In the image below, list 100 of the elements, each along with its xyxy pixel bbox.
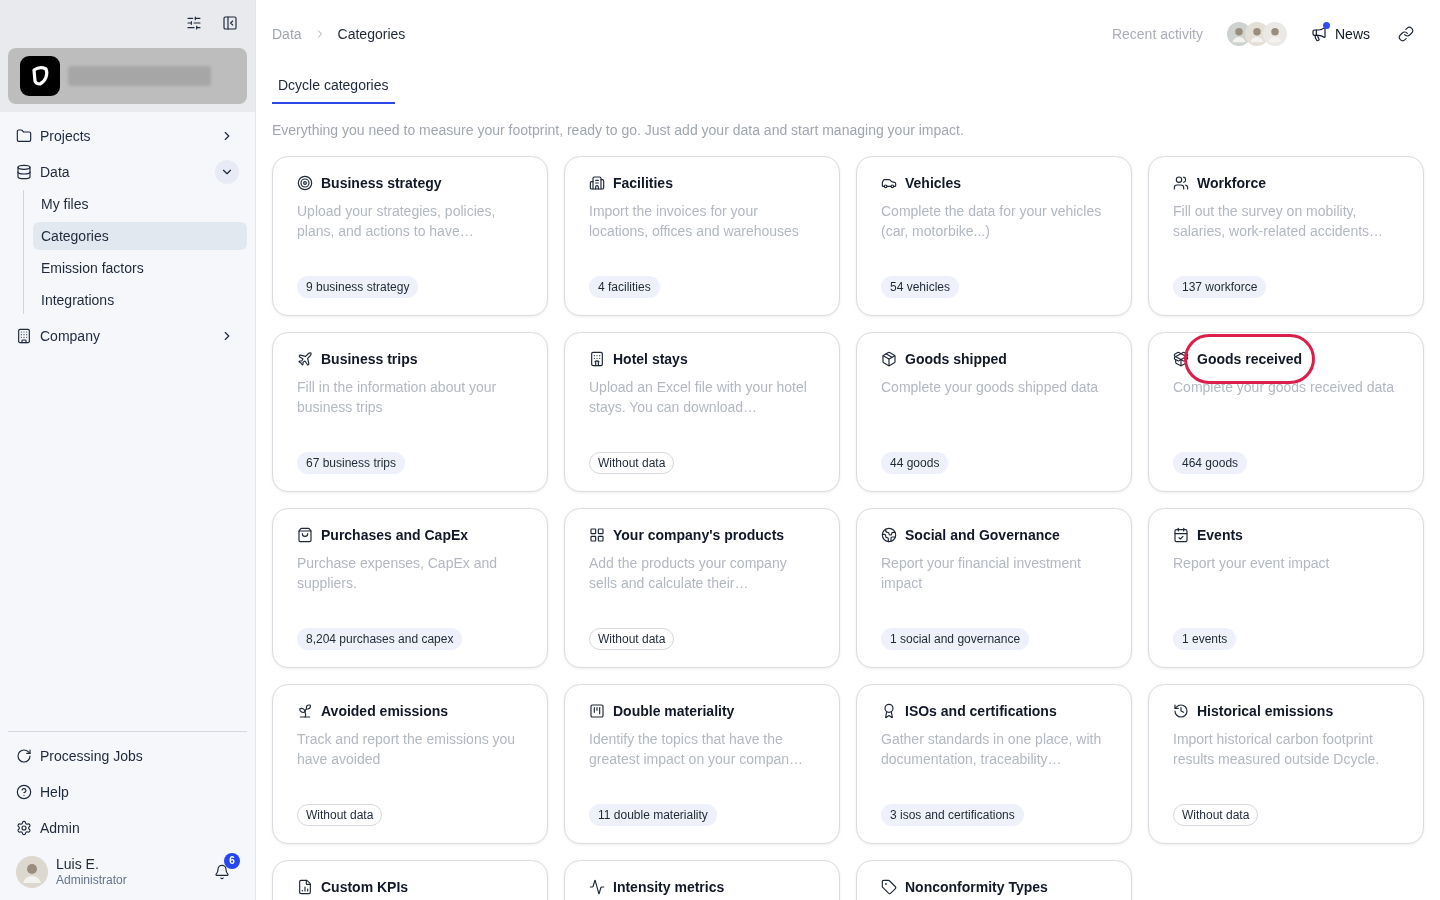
panel-collapse-icon (222, 15, 238, 31)
globe-icon (881, 527, 897, 543)
help-icon (16, 784, 32, 800)
card-title: Workforce (1197, 175, 1266, 191)
category-card[interactable]: Hotel stays Upload an Excel file with your hotel stays. You can download… Without data (564, 332, 840, 492)
category-card[interactable]: Workforce Fill out the survey on mobility, salaries, work-related accidents… 137 workforce (1148, 156, 1424, 316)
no-data-badge: Without data (297, 804, 383, 826)
grid-icon (589, 527, 605, 543)
no-data-badge: Without data (589, 628, 675, 650)
office-building-icon (589, 175, 605, 191)
category-card[interactable]: Custom KPIs (272, 860, 548, 900)
user-name: Luis E. (56, 856, 100, 872)
card-title: Goods shipped (905, 351, 1007, 367)
sidebar-nav-item[interactable]: Data (8, 154, 247, 190)
breadcrumb-current-page: Categories (337, 24, 406, 44)
settings-icon (16, 820, 32, 836)
category-card[interactable]: Nonconformity Types (856, 860, 1132, 900)
tag-icon (881, 879, 897, 895)
sidebar-nav-item[interactable]: Projects (8, 118, 247, 154)
sidebar-footer-item[interactable]: Admin (8, 810, 247, 846)
record-count-badge: 4 facilities (589, 276, 660, 298)
card-title: Business strategy (321, 175, 442, 191)
category-card[interactable]: Intensity metrics (564, 860, 840, 900)
person-silhouette-icon (16, 856, 48, 888)
card-description: Purchase expenses, CapEx and suppliers. (297, 554, 498, 593)
sidebar-subitem[interactable]: Integrations (33, 286, 247, 314)
notification-count-badge: 6 (224, 853, 240, 869)
sidebar-subitem[interactable]: My files (33, 190, 247, 218)
organization-switcher[interactable] (8, 48, 247, 104)
sidebar-subitem[interactable]: Emission factors (33, 254, 247, 282)
card-description: Import the invoices for your locations, offices and warehouses (589, 202, 800, 241)
record-count-badge: 3 isos and certifications (881, 804, 1024, 826)
category-card[interactable]: Double materiality Identify the topics that have the greatest impact on your compan… 11 double materiality (564, 684, 840, 844)
sidebar-subitem[interactable]: Categories (33, 222, 247, 250)
category-card[interactable]: Vehicles Complete the data for your vehicles (car, motorbike...) 54 vehicles (856, 156, 1132, 316)
card-title: Events (1197, 527, 1243, 543)
no-data-badge: Without data (1173, 804, 1259, 826)
user-role: Administrator (56, 872, 127, 888)
sidebar-nav-item[interactable]: Company (8, 318, 247, 354)
category-card[interactable]: Historical emissions Import historical carbon footprint results measured outside Dcycle. Without data (1148, 684, 1424, 844)
category-card[interactable]: Goods shipped Complete your goods shipped data 44 goods (856, 332, 1132, 492)
category-card[interactable]: Your company's products Add the products your company sells and calculate their… Without data (564, 508, 840, 668)
category-card[interactable]: Events Report your event impact 1 events (1148, 508, 1424, 668)
sidebar-footer-item[interactable]: Help (8, 774, 247, 810)
card-title: Nonconformity Types (905, 879, 1048, 895)
record-count-badge: 44 goods (881, 452, 949, 474)
category-card[interactable]: Facilities Import the invoices for your locations, offices and warehouses 4 facilities (564, 156, 840, 316)
megaphone-icon (1311, 26, 1327, 42)
record-count-badge: 8,204 purchases and capex (297, 628, 463, 650)
card-description: Fill in the information about your business trips (297, 378, 498, 417)
card-description: Fill out the survey on mobility, salaries, work-related accidents… (1173, 202, 1385, 241)
folder-icon (16, 128, 32, 144)
record-count-badge: 464 goods (1173, 452, 1248, 474)
card-title: Vehicles (905, 175, 962, 191)
building-icon (16, 328, 32, 344)
category-card[interactable]: Goods received Complete your goods received data 464 goods (1148, 332, 1424, 492)
card-description: Report your financial investment impact (881, 554, 1082, 593)
card-description: Identify the topics that have the greatest impact on your compan… (589, 730, 804, 769)
link-icon (1398, 26, 1414, 42)
card-title: Business trips (321, 351, 418, 367)
record-count-badge: 11 double materiality (589, 804, 717, 826)
hotel-building-icon (589, 351, 605, 367)
plane-icon (297, 351, 313, 367)
kanban-board-icon (589, 703, 605, 719)
pulse-line-icon (589, 879, 605, 895)
category-card[interactable]: Purchases and CapEx Purchase expenses, CapEx and suppliers. 8,204 purchases and capex (272, 508, 548, 668)
card-title: Hotel stays (613, 351, 688, 367)
category-card[interactable]: Business strategy Upload your strategies, policies, plans, and actions to have… 9 business strategy (272, 156, 548, 316)
calendar-check-icon (1173, 527, 1189, 543)
card-description: Gather standards in one place, with documentation, traceability… (881, 730, 1103, 769)
database-icon (16, 164, 32, 180)
sidebar-footer-item[interactable]: Processing Jobs (8, 738, 247, 774)
category-card[interactable]: Avoided emissions Track and report the emissions you have avoided Without data (272, 684, 548, 844)
category-card[interactable]: Social and Governance Report your financial investment impact 1 social and governance (856, 508, 1132, 668)
record-count-badge: 67 business trips (297, 452, 406, 474)
tab[interactable]: Dcycle categories (272, 68, 395, 104)
news-button[interactable]: News (1311, 23, 1370, 45)
shopping-bag-icon (297, 527, 313, 543)
refresh-icon (16, 748, 32, 764)
collapse-sidebar-button[interactable] (222, 15, 238, 31)
sprout-icon (297, 703, 313, 719)
card-title: Your company's products (613, 527, 785, 543)
card-title: Double materiality (613, 703, 735, 719)
record-count-badge: 9 business strategy (297, 276, 419, 298)
record-count-badge: 137 workforce (1173, 276, 1267, 298)
card-description: Complete your goods shipped data (881, 378, 1100, 397)
category-card[interactable]: ISOs and certifications Gather standards in one place, with documentation, traceability… 3 isos and certifications (856, 684, 1132, 844)
logo-icon (20, 56, 60, 96)
notifications-button[interactable] (214, 864, 230, 880)
card-description: Import historical carbon footprint results measured outside Dcycle. (1173, 730, 1381, 769)
package-icon (881, 351, 897, 367)
card-title: Goods received (1197, 351, 1303, 367)
filter-sliders-button[interactable] (186, 15, 202, 31)
card-title: Historical emissions (1197, 703, 1334, 719)
card-title: ISOs and certifications (905, 703, 1057, 719)
record-count-badge: 1 events (1173, 628, 1237, 650)
category-card[interactable]: Business trips Fill in the information about your business trips 67 business trips (272, 332, 548, 492)
card-title: Custom KPIs (321, 879, 409, 895)
history-clock-icon (1173, 703, 1189, 719)
people-icon (1173, 175, 1189, 191)
